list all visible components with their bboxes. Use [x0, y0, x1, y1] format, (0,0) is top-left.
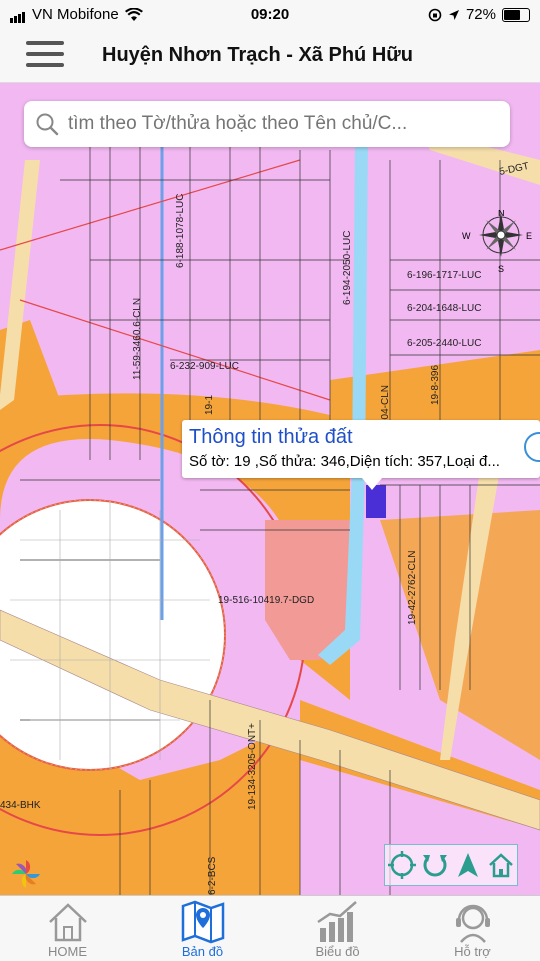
map-view[interactable]: 6-188-1078-LUC 6-194-2050-LUC 6-196-1717… — [0, 83, 540, 895]
tab-label: Biểu đồ — [315, 944, 360, 959]
parcel-info-popup[interactable]: Thông tin thửa đất Số tờ: 19 ,Số thửa: 3… — [182, 420, 540, 490]
map-canvas[interactable]: 6-188-1078-LUC 6-194-2050-LUC 6-196-1717… — [0, 83, 540, 895]
locate-icon[interactable] — [387, 851, 416, 879]
app-header: Huyện Nhơn Trạch - Xã Phú Hữu — [0, 30, 540, 83]
map-label: 904-CLN — [380, 385, 391, 425]
page-title: Huyện Nhơn Trạch - Xã Phú Hữu — [102, 44, 413, 66]
home-icon — [49, 903, 87, 942]
search-icon — [36, 113, 59, 136]
compass-w: W — [462, 231, 471, 241]
map-label: 19-1 — [204, 395, 215, 415]
home-map-icon[interactable] — [487, 851, 515, 879]
map-label: 6-188-1078-LUC — [175, 194, 186, 269]
tab-bar: HOME Bản đồ Biểu đồ Hỗ trợ — [0, 895, 540, 961]
compass-e: E — [526, 231, 532, 241]
tab-support[interactable]: Hỗ trợ — [405, 896, 540, 961]
tab-chart[interactable]: Biểu đồ — [270, 896, 405, 961]
popup-detail-button[interactable] — [524, 432, 540, 462]
battery-fill — [504, 9, 520, 20]
battery-icon — [502, 7, 530, 22]
popup-title: Thông tin thửa đất — [189, 426, 353, 448]
map-label: 434-BHK — [0, 800, 41, 811]
map-toolbar — [384, 844, 518, 886]
tab-label: Bản đồ — [181, 944, 224, 959]
battery-percent: 72% — [465, 6, 496, 23]
map-label: 6-194-2050-LUC — [342, 231, 353, 306]
compass-n: N — [498, 210, 505, 218]
support-icon — [456, 904, 490, 943]
pinwheel-icon — [12, 860, 40, 888]
chart-icon — [317, 901, 357, 942]
status-bar: VN Mobifone 09:20 72% — [0, 0, 540, 30]
tab-label: Hỗ trợ — [454, 944, 491, 959]
map-icon — [181, 900, 225, 944]
hamburger-menu-icon[interactable] — [26, 41, 64, 71]
rotation-lock-icon — [428, 8, 442, 21]
map-label: 6-232-909-LUC — [170, 361, 239, 372]
location-arrow-icon — [448, 9, 459, 20]
map-label: 19-42-2762-CLN — [407, 551, 418, 626]
map-label: 11-59-3460.6-CLN — [132, 298, 143, 380]
compass-icon: N E W S — [460, 208, 540, 280]
status-right: 72% — [428, 6, 530, 23]
refresh-icon[interactable] — [421, 851, 449, 879]
map-label: 6-204-1648-LUC — [407, 303, 482, 314]
tab-map[interactable]: Bản đồ — [135, 896, 270, 961]
popup-pointer — [362, 478, 382, 490]
map-label: 19-516-10419.7-DGD — [218, 595, 314, 606]
search-bar[interactable] — [24, 101, 510, 147]
map-label: 6-205-2440-LUC — [407, 338, 482, 349]
map-label: 19-8-396 — [430, 365, 441, 405]
search-input[interactable] — [66, 112, 510, 136]
tab-home[interactable]: HOME — [0, 896, 135, 961]
map-label: 6-2-BCS — [207, 856, 218, 895]
tab-label: HOME — [48, 944, 87, 959]
map-label: 19-134-3205-ONT+ — [247, 723, 258, 810]
navigation-arrow-icon[interactable] — [454, 851, 482, 879]
popup-description: Số tờ: 19 ,Số thửa: 346,Diện tích: 357,L… — [189, 453, 500, 470]
compass-s: S — [498, 264, 504, 274]
